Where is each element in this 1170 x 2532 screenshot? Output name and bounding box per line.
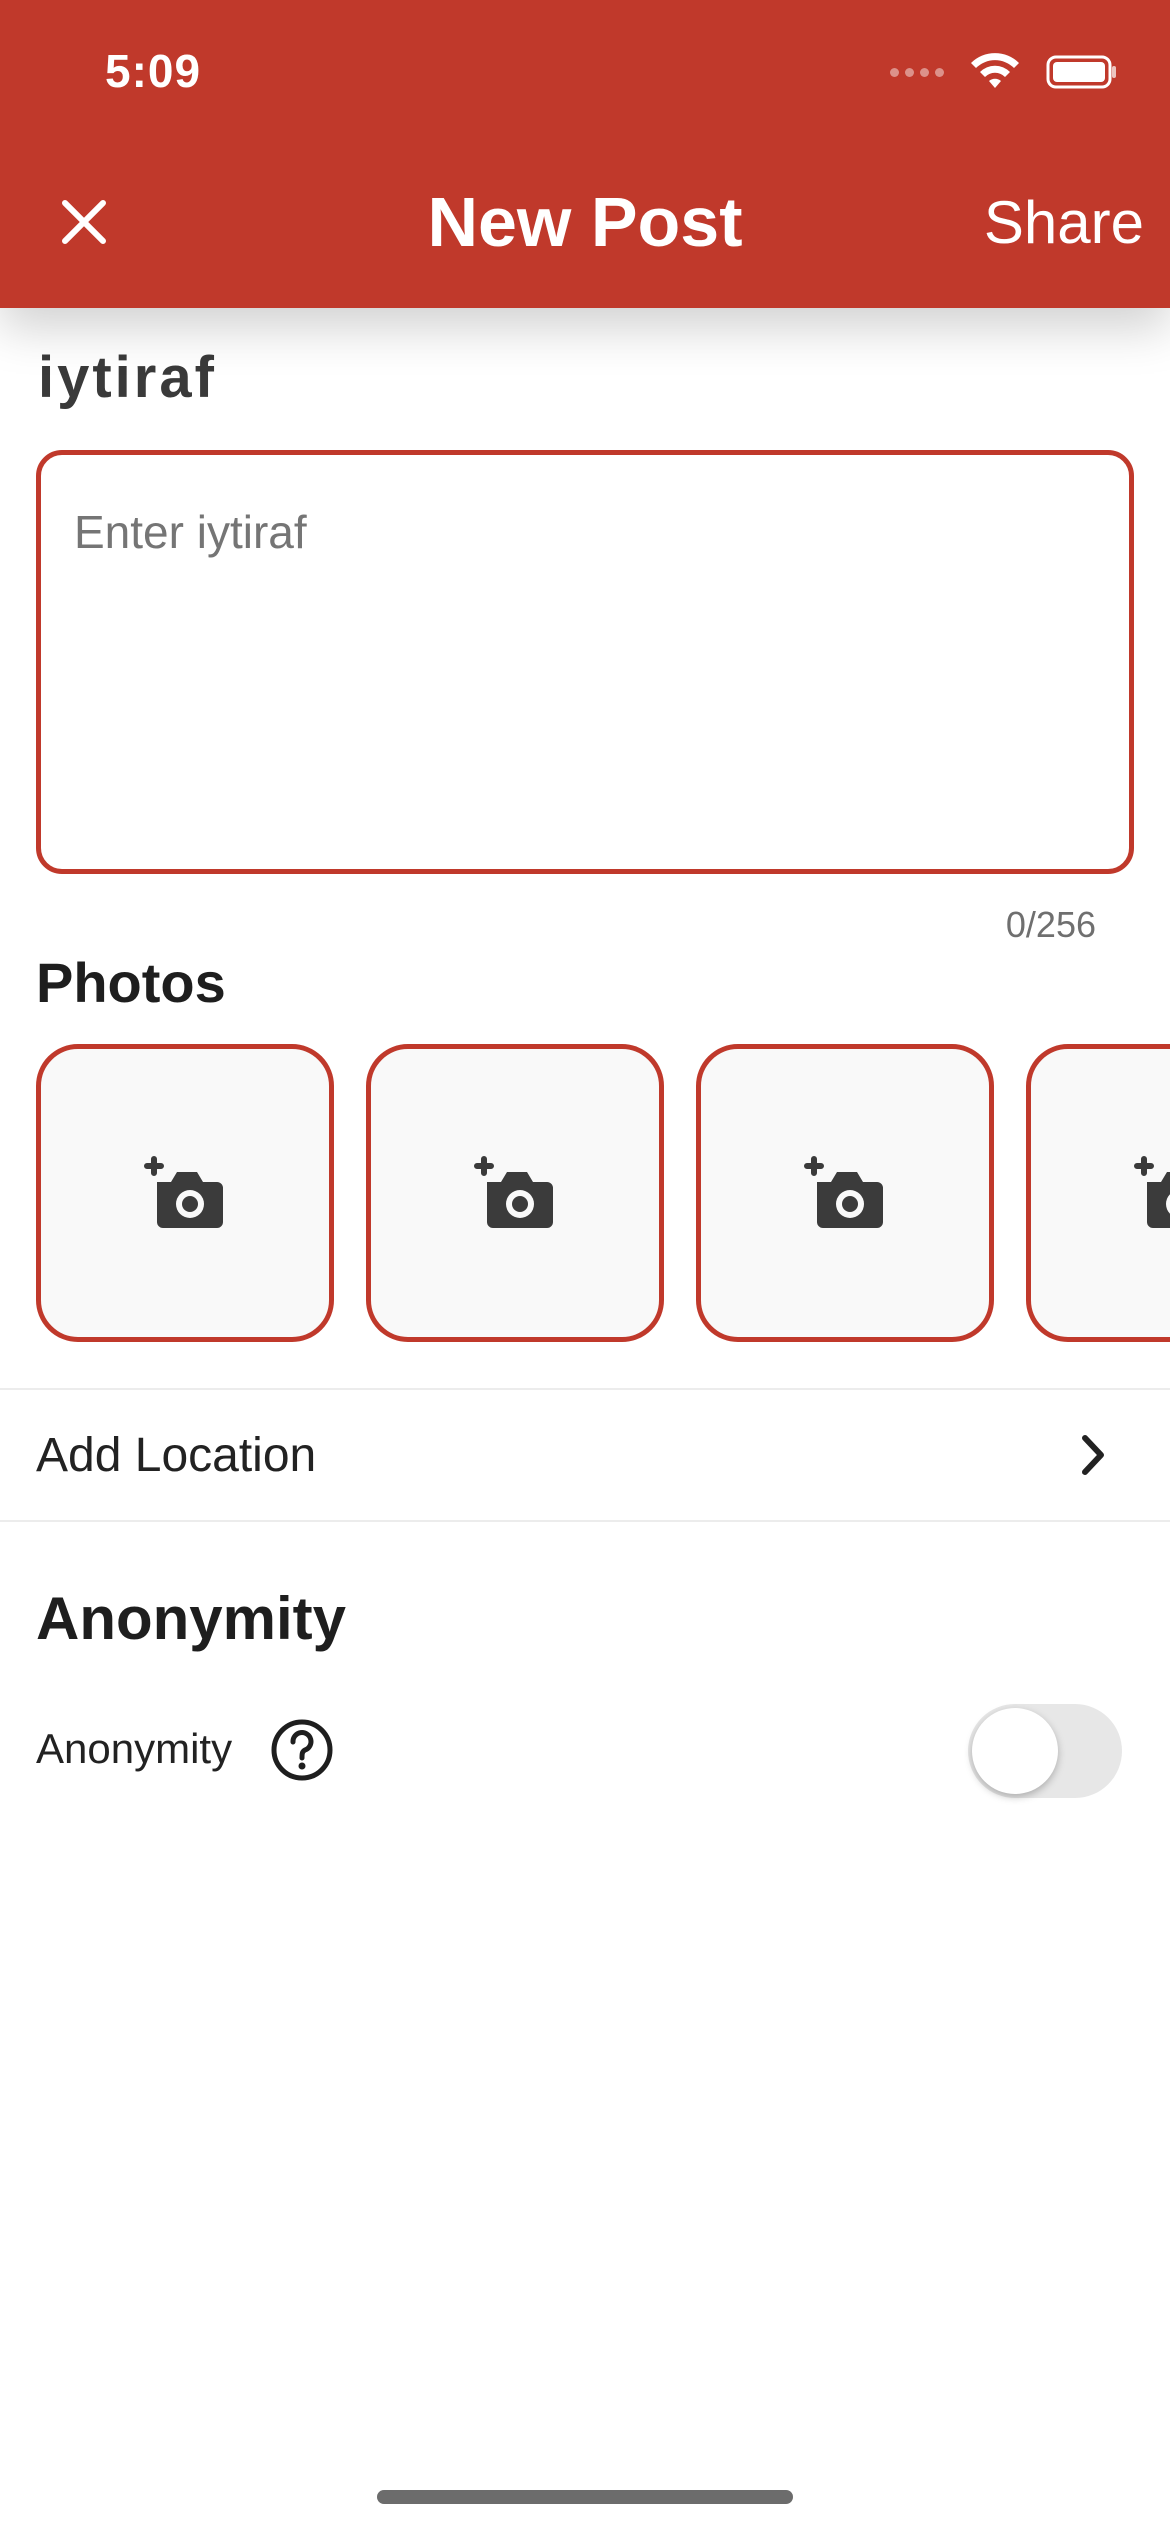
- add-photo-icon: [804, 1156, 883, 1228]
- photo-slot[interactable]: [696, 1044, 994, 1342]
- wifi-icon: [971, 53, 1019, 88]
- close-button[interactable]: [48, 186, 120, 258]
- divider: [0, 1520, 1170, 1522]
- anonymity-section-title: Anonymity: [36, 1585, 347, 1652]
- close-icon: [62, 200, 106, 244]
- character-counter: 0/256: [1005, 904, 1096, 945]
- signal-icon: [890, 67, 944, 77]
- photo-slots: [36, 1044, 1170, 1344]
- toggle-knob: [972, 1708, 1058, 1794]
- status-time: 5:09: [105, 45, 202, 97]
- home-indicator: [377, 2490, 793, 2504]
- help-circle-icon[interactable]: [270, 1718, 334, 1782]
- add-photo-icon: [474, 1156, 553, 1228]
- add-location-label: Add Location: [36, 1428, 317, 1482]
- chevron-right-icon: [1082, 1435, 1104, 1475]
- photos-title: Photos: [36, 951, 226, 1014]
- battery-icon: [1046, 55, 1116, 89]
- add-photo-icon: [144, 1156, 223, 1228]
- app-header: 5:09 New Post Share: [0, 0, 1170, 308]
- add-location-row[interactable]: Add Location: [0, 1390, 1170, 1520]
- add-photo-icon: [1134, 1156, 1170, 1228]
- photo-slot[interactable]: [1026, 1044, 1170, 1342]
- anonymity-toggle[interactable]: [968, 1704, 1122, 1798]
- anonymity-label: Anonymity: [36, 1725, 233, 1772]
- photo-slot[interactable]: [366, 1044, 664, 1342]
- status-icons: [890, 52, 1118, 92]
- share-button[interactable]: Share: [984, 188, 1144, 257]
- post-text-input[interactable]: [36, 450, 1134, 874]
- section-label: iytiraf: [38, 345, 217, 410]
- photo-slot[interactable]: [36, 1044, 334, 1342]
